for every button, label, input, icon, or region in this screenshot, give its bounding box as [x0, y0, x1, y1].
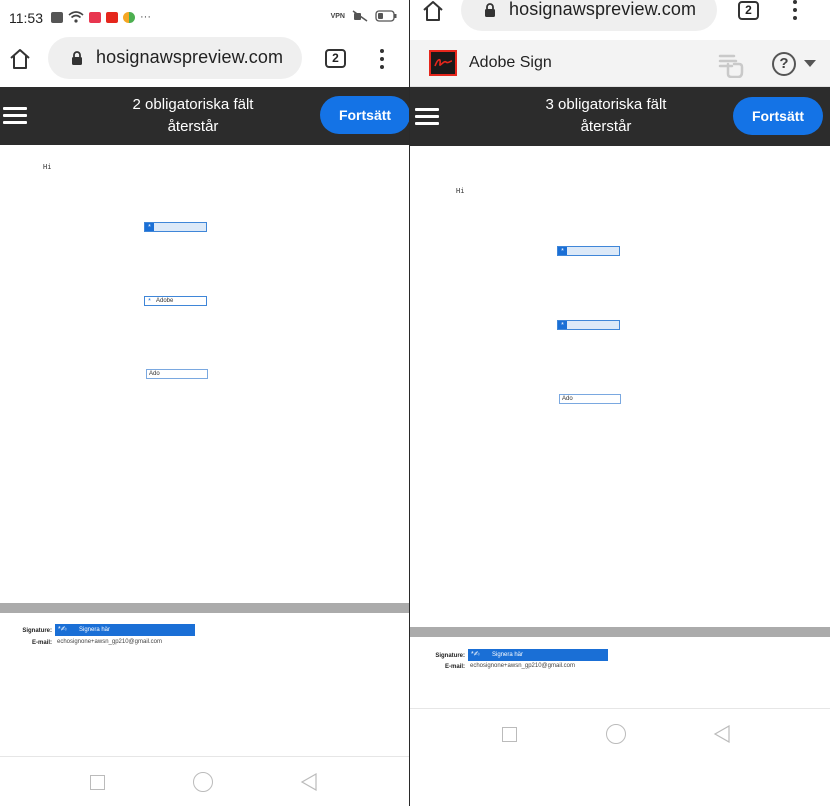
adobe-sign-title: Adobe Sign	[469, 54, 552, 71]
required-remaining-text: återstår	[167, 118, 219, 135]
notification-icon	[51, 11, 63, 23]
continue-button[interactable]: Fortsätt	[320, 96, 409, 134]
continue-button[interactable]: Fortsätt	[733, 97, 823, 135]
text-field-3[interactable]: Ado	[559, 394, 621, 404]
right-screenshot: hosignawspreview.com 2 Adobe Sign ? 3 ob…	[410, 0, 830, 806]
action-bar: 2 obligatoriska fält återstår Fortsätt	[0, 87, 409, 145]
tab-switcher-button[interactable]: 2	[738, 1, 759, 20]
lock-icon	[72, 51, 82, 65]
adobe-notification-icon	[106, 11, 118, 23]
field-value: Adobe	[156, 298, 174, 304]
recent-apps-button[interactable]	[502, 727, 517, 742]
page-separator	[410, 627, 830, 637]
back-nav-icon[interactable]	[300, 773, 318, 791]
email-value: echosignone+awsn_gp210@gmail.com	[57, 639, 162, 645]
vpn-icon: VPN	[330, 12, 345, 20]
browser-address-bar: hosignawspreview.com 2	[0, 36, 409, 86]
adobe-sign-header: Adobe Sign ?	[410, 40, 830, 87]
signature-label: Signature:	[435, 653, 465, 659]
field-value: Ado	[149, 371, 160, 377]
system-icons: VPN	[331, 10, 397, 22]
back-nav-icon[interactable]	[713, 725, 731, 743]
home-icon[interactable]	[8, 47, 32, 71]
asterisk-icon: *	[145, 223, 154, 231]
text-field-3[interactable]: Ado	[146, 369, 208, 379]
notification-icons: ···	[51, 11, 151, 23]
chevron-down-icon[interactable]	[804, 60, 816, 67]
left-screenshot: 11:53 ··· VPN hosignawspreview.com 2 2 o…	[0, 0, 409, 806]
adobe-logo-icon	[429, 50, 457, 76]
status-time: 11:53	[9, 10, 43, 26]
email-label: E-mail:	[31, 640, 52, 646]
hand-icon[interactable]	[714, 50, 746, 78]
url-text: hosignawspreview.com	[509, 0, 697, 19]
signature-pen-icon: *✍	[471, 651, 480, 658]
asterisk-icon: *	[558, 321, 567, 329]
home-nav-button[interactable]	[193, 772, 213, 792]
url-bar[interactable]: hosignawspreview.com	[461, 0, 717, 31]
email-label: E-mail:	[444, 664, 465, 670]
required-text-field-1[interactable]: *	[144, 222, 207, 232]
kebab-menu-icon[interactable]	[792, 0, 798, 20]
recent-apps-button[interactable]	[90, 775, 105, 790]
signature-label: Signature:	[22, 628, 52, 634]
required-text-field-2[interactable]: *	[557, 320, 620, 330]
battery-icon	[375, 10, 397, 22]
status-bar: 11:53 ··· VPN	[0, 0, 409, 36]
asterisk-icon: *	[558, 247, 567, 255]
menu-icon[interactable]	[3, 107, 27, 125]
more-notifications: ···	[140, 11, 151, 23]
lock-icon	[485, 3, 495, 17]
required-fields-status: 3 obligatoriska fält återstår	[521, 94, 691, 138]
document-heading: Hi	[456, 187, 465, 195]
asterisk-icon: *	[145, 297, 154, 305]
kebab-menu-icon[interactable]	[379, 49, 385, 69]
email-value: echosignone+awsn_gp210@gmail.com	[470, 663, 575, 669]
sign-here-label: Signera här	[79, 627, 111, 633]
home-icon[interactable]	[421, 0, 445, 23]
url-bar[interactable]: hosignawspreview.com	[48, 37, 302, 79]
required-text-field-1[interactable]: *	[557, 246, 620, 256]
required-fields-status: 2 obligatoriska fält återstår	[108, 94, 278, 138]
photos-notification-icon	[123, 11, 135, 23]
android-nav-bar	[410, 708, 830, 758]
menu-icon[interactable]	[415, 108, 439, 126]
required-count-text: 2 obligatoriska fält	[132, 96, 254, 113]
required-count-text: 3 obligatoriska fält	[545, 96, 667, 113]
required-remaining-text: återstår	[580, 118, 632, 135]
help-icon[interactable]: ?	[772, 52, 796, 76]
field-value: Ado	[562, 396, 573, 402]
url-text: hosignawspreview.com	[96, 47, 284, 67]
document-heading: Hi	[43, 163, 52, 171]
tab-switcher-button[interactable]: 2	[325, 49, 346, 68]
app-notification-icon	[89, 11, 101, 23]
home-nav-button[interactable]	[606, 724, 626, 744]
required-text-field-2[interactable]: * Adobe	[144, 296, 207, 306]
sign-here-label: Signera här	[492, 652, 524, 658]
mute-icon	[352, 10, 368, 22]
page-separator	[0, 603, 409, 613]
sign-here-button[interactable]: *✍ Signera här	[468, 649, 608, 661]
sign-here-button[interactable]: *✍ Signera här	[55, 624, 195, 636]
android-nav-bar	[0, 756, 409, 806]
wifi-icon	[68, 11, 84, 23]
browser-address-bar: hosignawspreview.com 2	[410, 0, 830, 39]
action-bar: 3 obligatoriska fält återstår Fortsätt	[410, 87, 830, 146]
signature-pen-icon: *✍	[58, 626, 67, 633]
